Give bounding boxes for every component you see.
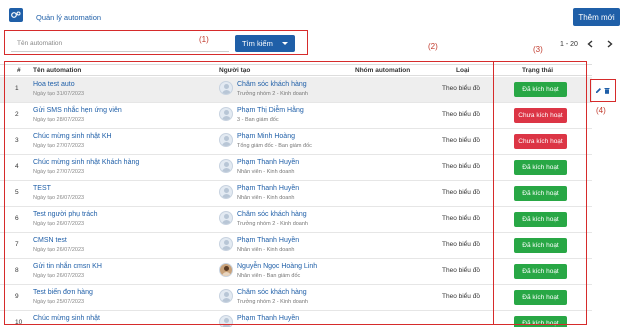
next-page-button[interactable]: [604, 37, 616, 51]
automation-icon: [9, 8, 23, 22]
chevron-left-icon: [587, 40, 593, 48]
annotation-label-3: (3): [533, 45, 543, 54]
top-bar: Quản lý automation Thêm mới: [0, 0, 628, 30]
chevron-right-icon: [607, 40, 613, 48]
annotation-label-4: (4): [596, 106, 606, 115]
annotation-box-1: [4, 30, 308, 55]
prev-page-button[interactable]: [584, 37, 596, 51]
annotation-label-2: (2): [428, 42, 438, 51]
annotation-box-3: [493, 61, 587, 325]
annotation-box-4: [590, 79, 616, 102]
page-title: Quản lý automation: [36, 13, 102, 22]
pagination-range: 1 - 20: [560, 41, 578, 48]
add-new-button[interactable]: Thêm mới: [573, 8, 620, 26]
